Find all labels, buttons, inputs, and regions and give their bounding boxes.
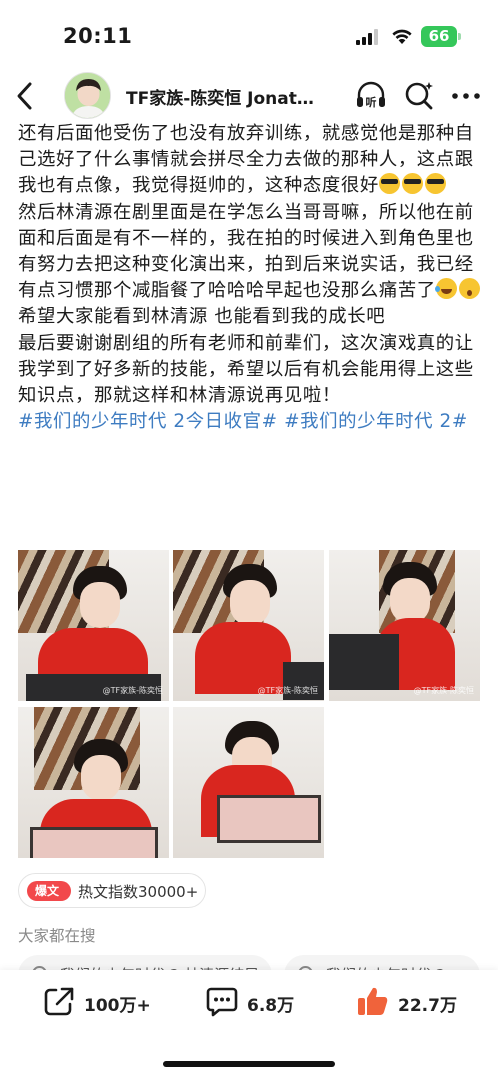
- hot-index-badge[interactable]: 爆文 热文指数30000+: [18, 873, 206, 908]
- home-indicator[interactable]: [163, 1061, 335, 1067]
- more-dots-icon[interactable]: [449, 79, 483, 113]
- headphones-icon[interactable]: 听: [354, 79, 388, 113]
- post-photo[interactable]: [18, 707, 169, 858]
- post-topics: #我们的少年时代 2今日收官# #我们的少年时代 2#: [18, 409, 484, 435]
- battery-tip-icon: [458, 33, 461, 40]
- trending-search-title: 大家都在搜: [18, 927, 96, 945]
- avatar[interactable]: [64, 72, 111, 119]
- post-photo[interactable]: [173, 707, 324, 858]
- hot-index-text: 热文指数30000+: [78, 883, 199, 901]
- comment-count: 6.8万: [247, 996, 295, 1016]
- post-photo[interactable]: @TF家族-陈奕恒: [173, 550, 324, 701]
- comment-icon: [206, 987, 238, 1017]
- cellular-signal-icon: [356, 29, 382, 45]
- like-count: 22.7万: [398, 996, 457, 1016]
- hot-tag: 爆文: [27, 881, 71, 901]
- surprised-emoji-icon: [458, 278, 480, 300]
- battery-indicator: 66: [421, 26, 457, 47]
- sunglasses-emoji-icon: [401, 173, 423, 195]
- thumbs-up-icon: [358, 987, 388, 1015]
- photo-watermark: @TF家族-陈奕恒: [102, 686, 163, 695]
- photo-grid: @TF家族-陈奕恒 @TF家族-陈奕恒 @TF家族-陈奕恒: [18, 550, 480, 858]
- listen-label: 听: [366, 95, 377, 109]
- topic-link[interactable]: #我们的少年时代 2今日收官#: [18, 411, 278, 432]
- photo-watermark: @TF家族-陈奕恒: [257, 686, 318, 695]
- post-paragraph: 还有后面他受伤了也没有放弃训练，就感觉他是那种自己选好了什么事情就会拼尽全力去做…: [18, 121, 484, 200]
- post-photo[interactable]: @TF家族-陈奕恒: [329, 550, 480, 701]
- status-bar: 20:11 66: [0, 0, 498, 70]
- share-icon: [44, 987, 74, 1016]
- nav-bar: TF家族-陈奕恒 Jonat… 听: [0, 70, 498, 124]
- account-name[interactable]: TF家族-陈奕恒 Jonat…: [126, 84, 336, 109]
- post-body: 还有后面他受伤了也没有放弃训练，就感觉他是那种自己选好了什么事情就会拼尽全力去做…: [18, 121, 484, 435]
- post-photo[interactable]: @TF家族-陈奕恒: [18, 550, 169, 701]
- photo-watermark: @TF家族-陈奕恒: [413, 686, 474, 695]
- sunglasses-emoji-icon: [424, 173, 446, 195]
- share-count: 100万+: [84, 996, 151, 1016]
- post-paragraph: 然后林清源在剧里面是在学怎么当哥哥嘛，所以他在前面和后面是有不一样的，我在拍的时…: [18, 200, 484, 331]
- post-text: 然后林清源在剧里面是在学怎么当哥哥嘛，所以他在前面和后面是有不一样的，我在拍的时…: [18, 201, 474, 302]
- wifi-icon: [392, 29, 412, 44]
- topic-link[interactable]: #我们的少年时代 2#: [284, 411, 468, 432]
- avatar-image-icon: [65, 73, 110, 118]
- status-time: 20:11: [63, 24, 133, 48]
- post-paragraph: 最后要谢谢剧组的所有老师和前辈们，这次演戏真的让我学到了好多新的技能，希望以后有…: [18, 331, 484, 410]
- post-text: 最后要谢谢剧组的所有老师和前辈们，这次演戏真的让我学到了好多新的技能，希望以后有…: [18, 332, 474, 407]
- chevron-left-icon[interactable]: [12, 79, 38, 113]
- tears-of-joy-emoji-icon: [434, 278, 457, 300]
- search-icon[interactable]: [403, 79, 435, 113]
- sunglasses-emoji-icon: [378, 173, 400, 195]
- post-text: 希望大家能看到林清源 也能看到我的成长吧: [18, 306, 386, 328]
